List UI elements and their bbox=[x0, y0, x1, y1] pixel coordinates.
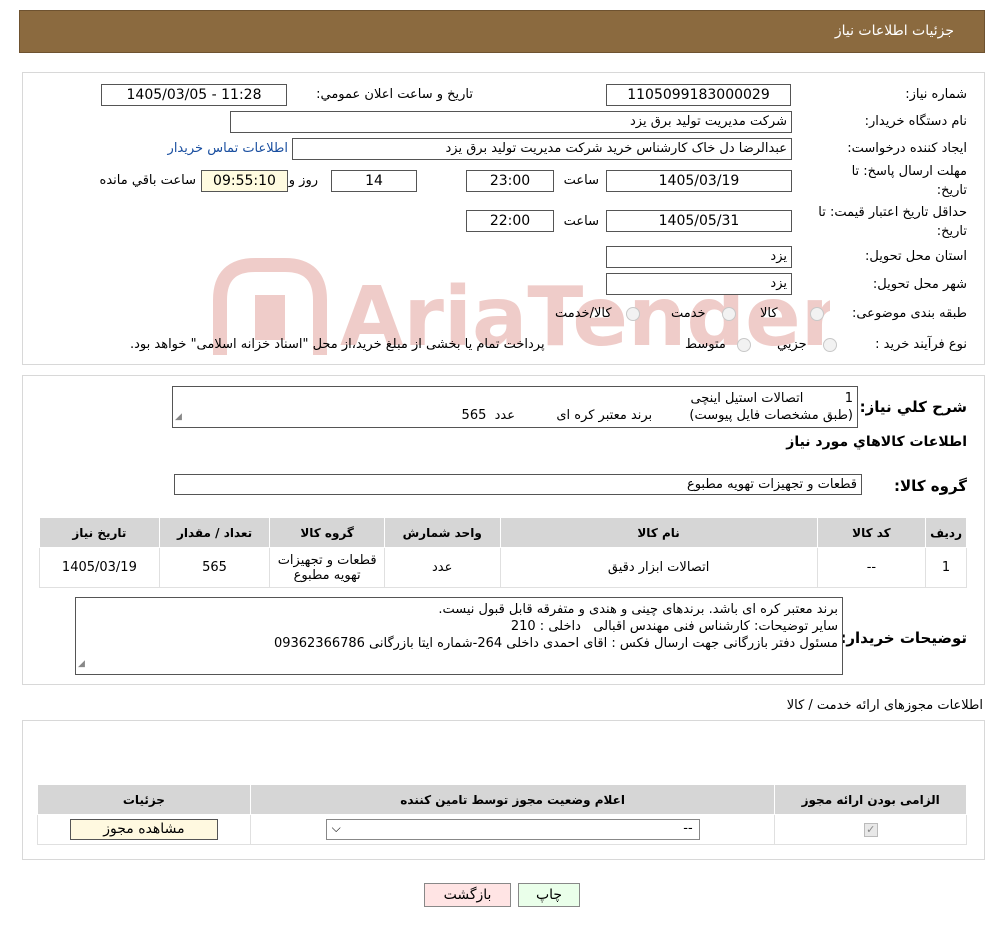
category-service-label: خدمت bbox=[671, 306, 706, 321]
cell-group: قطعات و تجهیزات تهویه مطبوع bbox=[269, 547, 385, 588]
announce-label: تاریخ و ساعت اعلان عمومي: bbox=[316, 87, 473, 102]
validity-date-value: 1405/05/31 bbox=[606, 210, 792, 232]
licenses-table: الزامی بودن ارائه مجوز اعلام وضعیت مجوز … bbox=[37, 784, 967, 845]
goods-group-label: گروه كالا: bbox=[894, 477, 967, 495]
deadline-time-value: 23:00 bbox=[466, 170, 554, 192]
page-title: جزئیات اطلاعات نیاز bbox=[834, 23, 954, 39]
deadline-time-label: ساعت bbox=[563, 173, 599, 188]
buyer-notes-line-1: برند معتبر کره ای باشد. برندهای چینی و ه… bbox=[438, 602, 838, 617]
city-value: یزد bbox=[606, 273, 792, 295]
license-details-cell: مشاهده مجوز bbox=[37, 814, 251, 845]
col-name: نام كالا bbox=[499, 517, 818, 548]
col-row: رديف bbox=[925, 517, 967, 548]
contact-info-link[interactable]: اطلاعات تماس خريدار bbox=[168, 141, 288, 156]
category-label: طبقه بندی موضوعی: bbox=[851, 306, 967, 321]
summary-textarea[interactable]: 1 اتصالات استیل اینچی (طبق مشخصات فایل پی… bbox=[172, 386, 858, 428]
license-status-cell: ⌵ -- bbox=[249, 814, 776, 845]
goods-section-title: اطلاعات كالاهاي مورد نياز bbox=[786, 434, 967, 450]
purchase-note: پرداخت تمام یا بخشی از مبلغ خرید،از محل … bbox=[130, 337, 545, 352]
remaining-time-label: ساعت باقي مانده bbox=[99, 173, 196, 188]
col-license-status: اعلام وضعیت مجوز توسط تامین کننده bbox=[249, 784, 776, 815]
buyer-org-label: نام دستگاه خريدار: bbox=[864, 114, 967, 129]
purchase-medium-label: متوسط bbox=[685, 337, 726, 352]
checkbox-checked-icon[interactable]: ✓ bbox=[863, 823, 878, 837]
need-number-value: 1105099183000029 bbox=[606, 84, 791, 106]
purchase-medium-radio[interactable] bbox=[737, 338, 751, 352]
remaining-time-value: 09:55:10 bbox=[201, 170, 288, 192]
summary-line-2: (طبق مشخصات فایل پیوست) برند معتبر کره ا… bbox=[461, 408, 853, 423]
category-goods-label: کالا bbox=[760, 306, 778, 321]
purchase-type-label: نوع فرآيند خريد : bbox=[875, 337, 967, 352]
validity-label: حداقل تاريخ اعتبار قيمت: تا bbox=[818, 205, 967, 220]
category-goods-radio[interactable] bbox=[810, 307, 824, 321]
validity-label-date: تاريخ: bbox=[936, 224, 967, 239]
deadline-date-value: 1405/03/19 bbox=[606, 170, 792, 192]
buyer-notes-textarea[interactable]: برند معتبر کره ای باشد. برندهای چینی و ه… bbox=[75, 597, 843, 675]
cell-date: 1405/03/19 bbox=[39, 547, 160, 588]
buyer-org-value: شرکت مدیریت تولید برق یزد bbox=[230, 111, 792, 133]
view-license-button[interactable]: مشاهده مجوز bbox=[69, 819, 218, 840]
chevron-down-icon: ⌵ bbox=[331, 821, 341, 835]
category-service-radio[interactable] bbox=[722, 307, 736, 321]
deadline-label: مهلت ارسال پاسخ: تا bbox=[851, 164, 967, 179]
city-label: شهر محل تحويل: bbox=[872, 277, 967, 292]
announce-value: 1405/03/05 - 11:28 bbox=[101, 84, 287, 106]
validity-time-value: 22:00 bbox=[466, 210, 554, 232]
deadline-label-date: تاريخ: bbox=[936, 183, 967, 198]
summary-label: شرح کلي نياز: bbox=[859, 398, 967, 416]
col-license-required: الزامی بودن ارائه مجوز bbox=[774, 784, 967, 815]
goods-table: رديف كد كالا نام كالا واحد شمارش گروه كا… bbox=[39, 517, 967, 588]
category-goods-service-label: کالا/خدمت bbox=[555, 306, 612, 321]
goods-table-header: رديف كد كالا نام كالا واحد شمارش گروه كا… bbox=[39, 517, 967, 548]
cell-name: اتصالات ابزار دقیق bbox=[499, 547, 818, 588]
license-status-select[interactable]: ⌵ -- bbox=[325, 819, 700, 840]
validity-time-label: ساعت bbox=[563, 214, 599, 229]
days-label: روز و bbox=[288, 173, 318, 188]
col-group: گروه كالا bbox=[269, 517, 385, 548]
license-status-selected: -- bbox=[683, 821, 693, 836]
purchase-minor-radio[interactable] bbox=[823, 338, 837, 352]
licenses-section-title: اطلاعات مجوزهای ارائه خدمت / کالا bbox=[786, 698, 983, 713]
resize-grip-icon[interactable]: ◢ bbox=[78, 656, 85, 673]
col-code: كد كالا bbox=[816, 517, 927, 548]
summary-line-1: 1 اتصالات استیل اینچی bbox=[690, 391, 853, 406]
days-remaining-value: 14 bbox=[331, 170, 417, 192]
licenses-table-header: الزامی بودن ارائه مجوز اعلام وضعیت مجوز … bbox=[37, 784, 967, 815]
creator-label: ايجاد كننده درخواست: bbox=[847, 141, 967, 156]
col-license-details: جزئیات bbox=[37, 784, 251, 815]
province-value: یزد bbox=[606, 246, 792, 268]
print-button[interactable]: چاپ bbox=[518, 883, 580, 907]
cell-code: -- bbox=[816, 547, 927, 588]
buyer-notes-label: توضيحات خريدار: bbox=[840, 629, 967, 647]
purchase-minor-label: جزيي bbox=[777, 337, 807, 352]
col-date: تاريخ نياز bbox=[39, 517, 160, 548]
cell-unit: عدد bbox=[383, 547, 501, 588]
creator-value: عبدالرضا دل خاک کارشناس خرید شرکت مدیریت… bbox=[292, 138, 792, 160]
cell-qty: 565 bbox=[158, 547, 271, 588]
category-goods-service-radio[interactable] bbox=[626, 307, 640, 321]
buyer-notes-line-3: مسئول دفتر بازرگانی جهت ارسال فکس : اقای… bbox=[273, 636, 838, 651]
back-button[interactable]: بازگشت bbox=[424, 883, 511, 907]
table-row: 1 -- اتصالات ابزار دقیق عدد قطعات و تجهی… bbox=[39, 547, 967, 588]
col-qty: تعداد / مقدار bbox=[158, 517, 271, 548]
table-row: ✓ ⌵ -- مشاهده مجوز bbox=[37, 814, 967, 845]
province-label: استان محل تحويل: bbox=[865, 249, 967, 264]
goods-group-value: قطعات و تجهیزات تهویه مطبوع bbox=[174, 474, 862, 495]
col-unit: واحد شمارش bbox=[383, 517, 501, 548]
page-header: جزئیات اطلاعات نیاز bbox=[19, 10, 985, 53]
need-number-label: شماره نیاز: bbox=[905, 87, 967, 102]
resize-grip-icon[interactable]: ◢ bbox=[175, 409, 182, 426]
license-required-cell: ✓ bbox=[774, 814, 967, 845]
cell-row: 1 bbox=[925, 547, 967, 588]
buyer-notes-line-2: سایر توضیحات: کارشناس فنی مهندس اقبالی د… bbox=[510, 619, 838, 634]
